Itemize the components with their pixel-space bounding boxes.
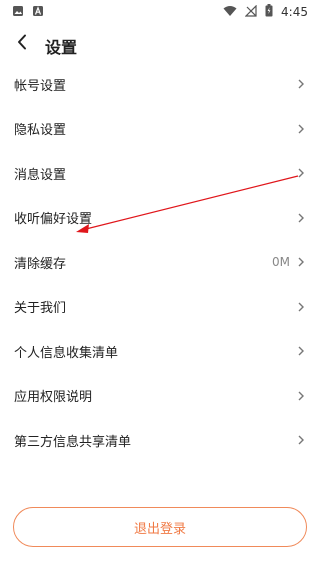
settings-item-third-party-sharing[interactable]: 第三方信息共享清单 [0, 418, 320, 463]
logout-button[interactable]: 退出登录 [13, 507, 307, 547]
page-title: 设置 [45, 38, 78, 57]
chevron-right-icon [296, 300, 306, 314]
status-time: 4:45 [281, 5, 308, 19]
settings-item-messages[interactable]: 消息设置 [0, 151, 320, 196]
header: 设置 [0, 24, 320, 64]
a-app-icon [32, 5, 44, 20]
chevron-left-icon [17, 34, 27, 54]
chevron-right-icon [296, 344, 306, 358]
settings-item-about-us[interactable]: 关于我们 [0, 285, 320, 330]
wifi-icon [223, 5, 237, 20]
cache-size-value: 0M [272, 255, 290, 270]
settings-item-label: 关于我们 [14, 301, 67, 317]
settings-item-label: 应用权限说明 [14, 390, 93, 406]
photo-icon [12, 5, 24, 20]
chevron-right-icon [296, 122, 306, 136]
settings-item-account[interactable]: 帐号设置 [0, 62, 320, 107]
chevron-right-icon [296, 166, 306, 180]
status-left [12, 5, 44, 20]
settings-item-label: 帐号设置 [14, 78, 67, 94]
settings-item-label: 隐私设置 [14, 123, 67, 139]
settings-item-privacy[interactable]: 隐私设置 [0, 107, 320, 152]
settings-item-clear-cache[interactable]: 清除缓存 0M [0, 240, 320, 285]
settings-item-app-permissions[interactable]: 应用权限说明 [0, 374, 320, 419]
settings-item-personal-info-list[interactable]: 个人信息收集清单 [0, 329, 320, 374]
settings-list: 帐号设置 隐私设置 消息设置 收听偏好设置 清除缓存 0M 关于我们 个人信息收… [0, 62, 320, 463]
chevron-right-icon [296, 255, 306, 269]
chevron-right-icon [296, 77, 306, 91]
settings-item-label: 第三方信息共享清单 [14, 434, 132, 450]
status-bar: 4:45 [0, 0, 320, 24]
battery-charging-icon [265, 4, 273, 20]
settings-item-label: 收听偏好设置 [14, 212, 93, 228]
settings-item-label: 消息设置 [14, 167, 67, 183]
settings-item-label: 清除缓存 [14, 256, 67, 272]
settings-item-listening-preferences[interactable]: 收听偏好设置 [0, 196, 320, 241]
chevron-right-icon [296, 389, 306, 403]
status-right: 4:45 [223, 4, 308, 20]
signal-off-icon [244, 4, 257, 20]
settings-item-label: 个人信息收集清单 [14, 345, 119, 361]
chevron-right-icon [296, 433, 306, 447]
chevron-right-icon [296, 211, 306, 225]
back-button[interactable] [12, 32, 32, 56]
